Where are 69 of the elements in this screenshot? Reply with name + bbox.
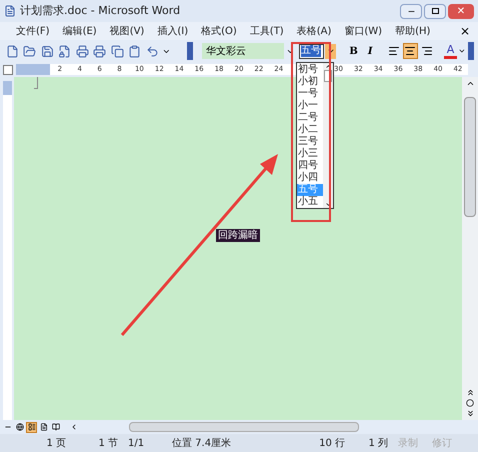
status-field: 1/1 — [128, 436, 158, 450]
view-button[interactable] — [38, 422, 49, 432]
horizontal-scrollbar[interactable] — [129, 422, 359, 432]
font-size-option[interactable]: 小一 — [297, 100, 323, 112]
font-size-option[interactable]: 初号 — [297, 64, 323, 76]
tooltip: 回跨漏暗 — [216, 229, 260, 242]
scroll-up-icon[interactable] — [466, 79, 474, 88]
font-color-button[interactable]: A — [444, 43, 458, 59]
view-icon — [16, 423, 24, 431]
font-size-option[interactable]: 小四 — [297, 172, 323, 184]
word-document-icon — [4, 5, 16, 17]
font-size-option[interactable]: 小三 — [297, 148, 323, 160]
status-field: 位置 7.4厘米 — [172, 436, 282, 450]
view-button[interactable] — [26, 422, 37, 432]
toolbar-grip — [468, 42, 474, 60]
status-field: 1 列 — [351, 436, 396, 450]
status-field: 录制 — [398, 436, 430, 450]
menu-item[interactable]: 插入(I) — [157, 24, 188, 38]
align-button[interactable] — [402, 43, 418, 59]
font-size-option[interactable]: 二号 — [297, 112, 323, 124]
close-button[interactable]: ✕ — [448, 4, 474, 18]
scroll-thumb[interactable] — [464, 97, 476, 217]
view-icon — [28, 423, 36, 431]
font-size-option[interactable]: 一号 — [297, 88, 323, 100]
selected-size-text: 五号 — [300, 45, 321, 57]
status-field: 修订 — [432, 436, 464, 450]
scroll-left-icon[interactable] — [70, 423, 78, 431]
font-size-option[interactable]: 三号 — [297, 136, 323, 148]
font-size-field[interactable]: 五号 — [298, 44, 324, 58]
view-icon — [40, 423, 48, 431]
ruler-margin — [16, 64, 50, 75]
window-title: 计划需求.doc - Microsoft Word — [20, 2, 180, 19]
margin-corner-mark — [34, 77, 38, 89]
view-icon — [52, 423, 60, 431]
menu-item[interactable]: 编辑(E) — [62, 24, 97, 38]
scroll-up-icon[interactable] — [324, 63, 332, 70]
close-document-button[interactable]: × — [460, 22, 470, 40]
vertical-scrollbar[interactable] — [462, 77, 478, 420]
scroll-down-icon[interactable] — [324, 201, 332, 208]
menu-item[interactable]: 表格(A) — [296, 24, 332, 38]
copy-icon[interactable] — [109, 42, 126, 60]
menu-item[interactable]: 帮助(H) — [395, 24, 430, 38]
font-size-option[interactable]: 四号 — [297, 160, 323, 172]
menu-item[interactable]: 视图(V) — [110, 24, 144, 38]
menu-item[interactable]: 窗口(W) — [344, 24, 382, 38]
font-name-field[interactable]: 华文彩云 — [202, 43, 284, 59]
tab-selector[interactable] — [3, 64, 13, 74]
bold-button[interactable]: B — [346, 44, 360, 58]
font-size-option[interactable]: 小五 — [297, 196, 323, 208]
caret-icon[interactable] — [458, 47, 466, 55]
menu-item[interactable]: 文件(F) — [16, 24, 50, 38]
status-field: 10 行 — [284, 436, 349, 450]
status-field: 1 节 — [76, 436, 126, 450]
align-icon — [420, 45, 433, 57]
print-icon[interactable] — [92, 42, 108, 60]
next-page-icon[interactable] — [466, 409, 474, 418]
toolbar-grip — [187, 42, 194, 60]
menu-item[interactable]: 工具(T) — [250, 24, 284, 38]
align-icon — [404, 45, 416, 57]
maximize-button[interactable] — [424, 4, 446, 18]
view-button[interactable] — [50, 422, 61, 432]
status-field: 1 页 — [4, 436, 74, 450]
align-icon — [388, 45, 400, 57]
view-button[interactable] — [14, 422, 25, 432]
font-size-option[interactable]: 小二 — [297, 124, 323, 136]
menu-item[interactable]: 格式(O) — [201, 24, 237, 38]
italic-button[interactable]: I — [363, 44, 378, 58]
font-size-option[interactable]: 小初 — [297, 76, 323, 88]
previous-page-icon[interactable] — [466, 388, 474, 397]
